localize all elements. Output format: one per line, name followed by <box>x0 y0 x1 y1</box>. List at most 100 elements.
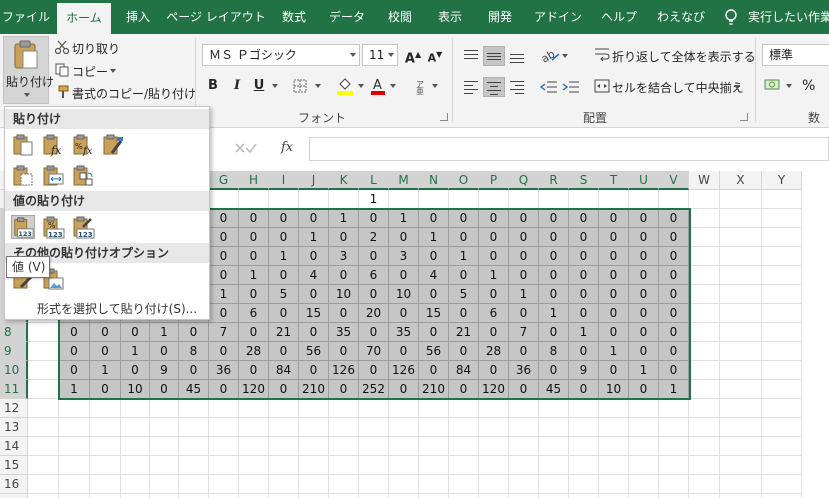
cell[interactable]: 0 <box>659 247 689 266</box>
cell[interactable] <box>28 418 59 437</box>
cell[interactable] <box>121 437 150 456</box>
cell[interactable] <box>329 437 359 456</box>
cell[interactable]: 28 <box>239 342 269 361</box>
cell[interactable] <box>720 285 762 304</box>
cell[interactable] <box>720 437 762 456</box>
cell[interactable]: 1 <box>269 247 299 266</box>
cell[interactable]: 0 <box>150 380 179 399</box>
cell[interactable]: 56 <box>419 342 449 361</box>
cell[interactable] <box>239 475 269 494</box>
cell[interactable]: 0 <box>509 342 539 361</box>
cell[interactable]: 0 <box>659 304 689 323</box>
cell[interactable]: 0 <box>539 209 569 228</box>
cell[interactable]: 21 <box>269 323 299 342</box>
font-color-caret[interactable] <box>390 84 396 88</box>
align-top-icon[interactable] <box>460 46 482 66</box>
cell[interactable]: 0 <box>629 209 659 228</box>
cell[interactable]: 10 <box>599 380 629 399</box>
cell[interactable]: 0 <box>299 285 329 304</box>
cell[interactable] <box>762 247 802 266</box>
column-header[interactable]: G <box>209 171 239 190</box>
cell[interactable] <box>599 494 629 498</box>
cell[interactable]: 10 <box>389 285 419 304</box>
cell[interactable]: 0 <box>629 342 659 361</box>
cell[interactable] <box>28 399 59 418</box>
cell[interactable] <box>269 418 299 437</box>
cell[interactable]: 1 <box>329 209 359 228</box>
cell[interactable]: 0 <box>209 228 239 247</box>
cell[interactable]: 1 <box>239 266 269 285</box>
underline-caret[interactable] <box>272 84 278 88</box>
alignment-dialog-launcher[interactable] <box>740 113 748 121</box>
cell[interactable]: 0 <box>209 266 239 285</box>
cell[interactable] <box>449 190 479 209</box>
cell[interactable] <box>539 190 569 209</box>
cell[interactable]: 0 <box>659 361 689 380</box>
cell[interactable] <box>569 399 599 418</box>
cell[interactable] <box>509 437 539 456</box>
cell[interactable]: 6 <box>479 304 509 323</box>
row-header[interactable]: 8 <box>0 323 28 342</box>
cell[interactable] <box>239 418 269 437</box>
cell[interactable]: 1 <box>299 228 329 247</box>
cell[interactable] <box>762 418 802 437</box>
cell[interactable]: 0 <box>359 361 389 380</box>
cell[interactable] <box>179 418 209 437</box>
cell[interactable] <box>150 437 179 456</box>
cell[interactable] <box>689 247 720 266</box>
cell[interactable] <box>28 323 59 342</box>
cell[interactable] <box>28 380 59 399</box>
cell[interactable] <box>479 418 509 437</box>
cell[interactable]: 0 <box>599 228 629 247</box>
cell[interactable] <box>329 475 359 494</box>
row-header[interactable]: 16 <box>0 475 28 494</box>
cell[interactable] <box>269 456 299 475</box>
cell[interactable]: 0 <box>121 361 150 380</box>
cell[interactable]: 7 <box>209 323 239 342</box>
cell[interactable]: 0 <box>629 228 659 247</box>
cell[interactable] <box>762 342 802 361</box>
column-header[interactable]: Y <box>762 171 802 190</box>
cell[interactable]: 0 <box>59 342 90 361</box>
cell[interactable]: 0 <box>629 380 659 399</box>
cell[interactable] <box>689 304 720 323</box>
paste-values-number-format-icon[interactable]: % 123 <box>41 215 65 239</box>
cell[interactable] <box>569 190 599 209</box>
cell[interactable]: 0 <box>419 247 449 266</box>
cell[interactable] <box>121 418 150 437</box>
cell[interactable]: 0 <box>569 285 599 304</box>
cell[interactable]: 0 <box>419 209 449 228</box>
cell[interactable] <box>150 456 179 475</box>
column-header[interactable]: S <box>569 171 599 190</box>
column-header[interactable]: U <box>629 171 659 190</box>
borders-caret[interactable] <box>315 84 321 88</box>
cell[interactable] <box>121 494 150 498</box>
column-header[interactable]: O <box>449 171 479 190</box>
cell[interactable]: 0 <box>449 209 479 228</box>
cell[interactable] <box>150 494 179 498</box>
paste-all-icon[interactable] <box>11 133 35 157</box>
paste-transpose-icon[interactable] <box>71 164 95 188</box>
cell[interactable]: 1 <box>209 285 239 304</box>
cell[interactable]: 0 <box>479 247 509 266</box>
cell[interactable]: 0 <box>329 266 359 285</box>
cell[interactable] <box>90 456 121 475</box>
cell[interactable]: 1 <box>659 380 689 399</box>
cell[interactable] <box>569 456 599 475</box>
cell[interactable]: 3 <box>389 247 419 266</box>
cell[interactable]: 1 <box>389 209 419 228</box>
cell[interactable]: 126 <box>389 361 419 380</box>
cell[interactable] <box>689 380 720 399</box>
currency-icon[interactable] <box>764 77 782 93</box>
cell[interactable] <box>720 190 762 209</box>
cell[interactable]: 0 <box>209 380 239 399</box>
cell[interactable] <box>599 418 629 437</box>
cell[interactable]: 0 <box>449 266 479 285</box>
cell[interactable] <box>720 228 762 247</box>
cell[interactable]: 0 <box>90 342 121 361</box>
cell[interactable] <box>389 456 419 475</box>
enter-icon[interactable] <box>244 142 258 154</box>
cell[interactable] <box>479 190 509 209</box>
cell[interactable]: 0 <box>389 228 419 247</box>
cell[interactable] <box>299 437 329 456</box>
